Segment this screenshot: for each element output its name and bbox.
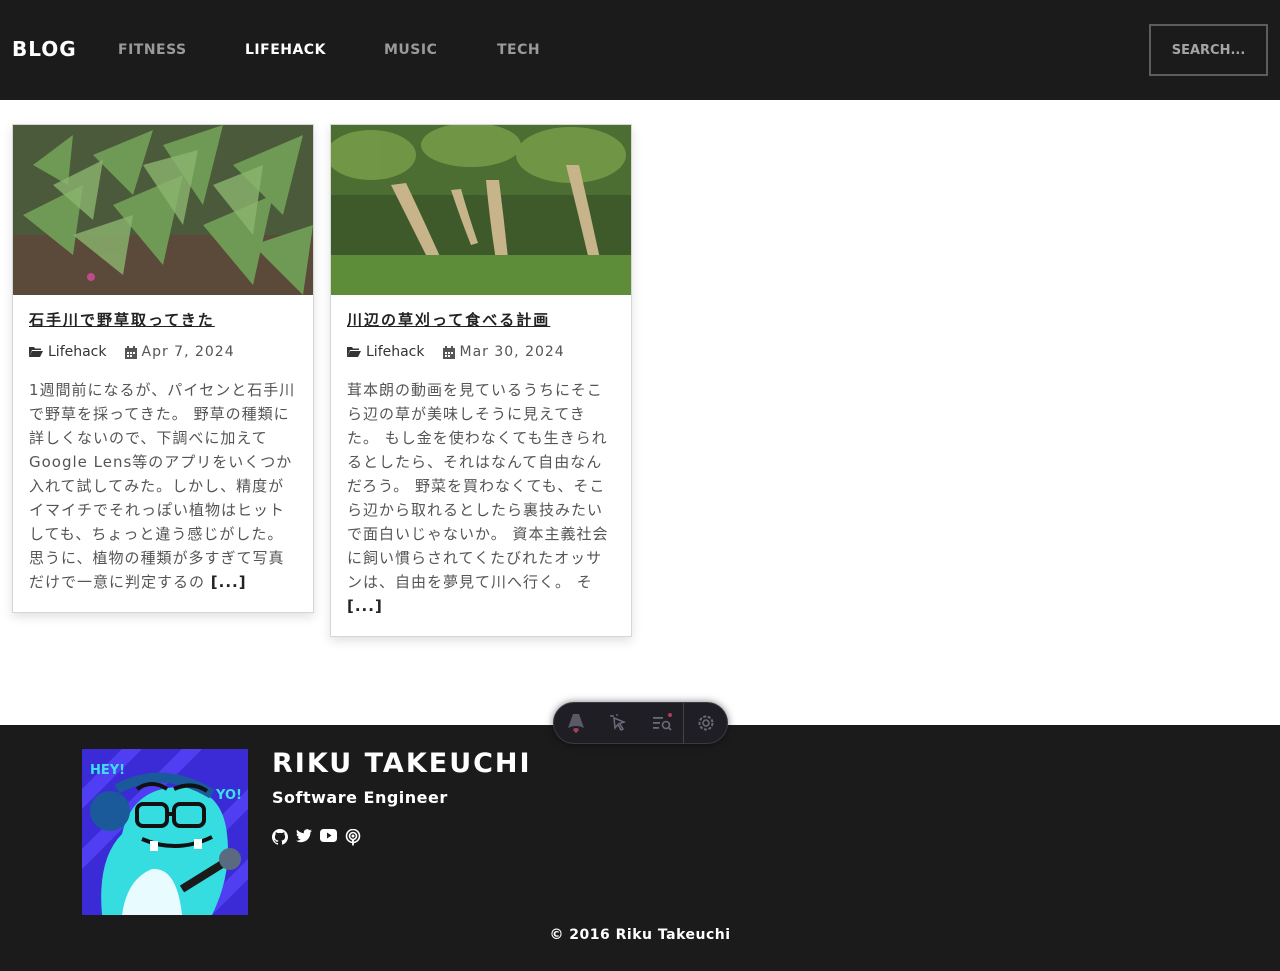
post-excerpt: 茸本朗の動画を見ているうちにそこら辺の草が美味しそうに見えてきた。 もし金を使わ… xyxy=(347,378,615,618)
post-date: Mar 30, 2024 xyxy=(459,344,565,360)
twitter-link[interactable] xyxy=(296,829,312,846)
post-thumbnail-roots[interactable] xyxy=(331,125,631,295)
post-card[interactable]: 川辺の草刈って食べる計画 Lifehack Mar 30, 2024 茸本朗の動… xyxy=(330,124,632,637)
blog-brand-link[interactable]: BLOG xyxy=(12,37,77,61)
youtube-link[interactable] xyxy=(320,829,337,846)
youtube-icon xyxy=(320,829,337,842)
nav-item-lifehack[interactable]: LIFEHACK xyxy=(245,42,326,58)
folder-open-icon xyxy=(29,347,43,357)
calendar-icon xyxy=(442,345,455,359)
post-category-link[interactable]: Lifehack xyxy=(29,344,107,360)
post-excerpt-text: 茸本朗の動画を見ているうちにそこら辺の草が美味しそうに見えてきた。 もし金を使わ… xyxy=(347,381,609,591)
author-avatar: HEY! YO! xyxy=(82,749,248,915)
twitter-icon xyxy=(296,829,312,843)
top-navigation-bar: BLOG FITNESS LIFEHACK MUSIC TECH xyxy=(0,0,1280,100)
nav-item-fitness[interactable]: FITNESS xyxy=(118,42,187,58)
cursor-inspect-icon xyxy=(609,714,626,731)
calendar-icon xyxy=(124,345,137,359)
nav-item-tech[interactable]: TECH xyxy=(497,42,540,58)
post-category-label: Lifehack xyxy=(366,344,425,360)
post-excerpt: 1週間前になるが、パイセンと石手川で野草を採ってきた。 野草の種類に詳しくないの… xyxy=(29,378,297,594)
astro-logo-icon xyxy=(567,714,584,733)
post-category-link[interactable]: Lifehack xyxy=(347,344,425,360)
github-icon xyxy=(272,829,288,845)
settings-gear-icon xyxy=(698,715,713,731)
post-excerpt-text: 1週間前になるが、パイセンと石手川で野草を採ってきた。 野草の種類に詳しくないの… xyxy=(29,381,296,591)
post-category-label: Lifehack xyxy=(48,344,107,360)
post-thumbnail-wild-herbs[interactable] xyxy=(13,125,313,295)
folder-open-icon xyxy=(347,347,361,357)
avatar-text-yo: YO! xyxy=(215,788,242,803)
settings-button[interactable] xyxy=(684,703,727,743)
read-more-link[interactable]: [...] xyxy=(211,573,247,591)
social-links xyxy=(272,829,369,846)
podcast-icon xyxy=(345,829,361,846)
author-role: Software Engineer xyxy=(272,788,448,807)
author-name: RIKU TAKEUCHI xyxy=(272,748,532,779)
post-card[interactable]: 石手川で野草取ってきた Lifehack Apr 7, 2024 1週間前になる… xyxy=(12,124,314,613)
github-link[interactable] xyxy=(272,829,288,846)
podcast-link[interactable] xyxy=(345,829,361,846)
inspect-button[interactable] xyxy=(597,703,640,743)
audit-list-icon xyxy=(652,713,672,731)
post-title-link[interactable]: 川辺の草刈って食べる計画 xyxy=(347,309,550,330)
site-footer: HEY! YO! RIKU TAKEUCHI Software Engineer xyxy=(0,725,1280,971)
dev-toolbar xyxy=(553,702,728,744)
post-title-link[interactable]: 石手川で野草取ってきた xyxy=(29,309,215,330)
copyright-text: © 2016 Riku Takeuchi xyxy=(549,927,731,943)
read-more-link[interactable]: [...] xyxy=(347,597,383,615)
post-date: Apr 7, 2024 xyxy=(141,344,235,360)
nav-item-music[interactable]: MUSIC xyxy=(384,42,437,58)
search-input[interactable] xyxy=(1149,24,1268,76)
astro-logo-button[interactable] xyxy=(554,703,597,743)
audit-button[interactable] xyxy=(640,703,683,743)
avatar-text-hey: HEY! xyxy=(90,763,125,778)
